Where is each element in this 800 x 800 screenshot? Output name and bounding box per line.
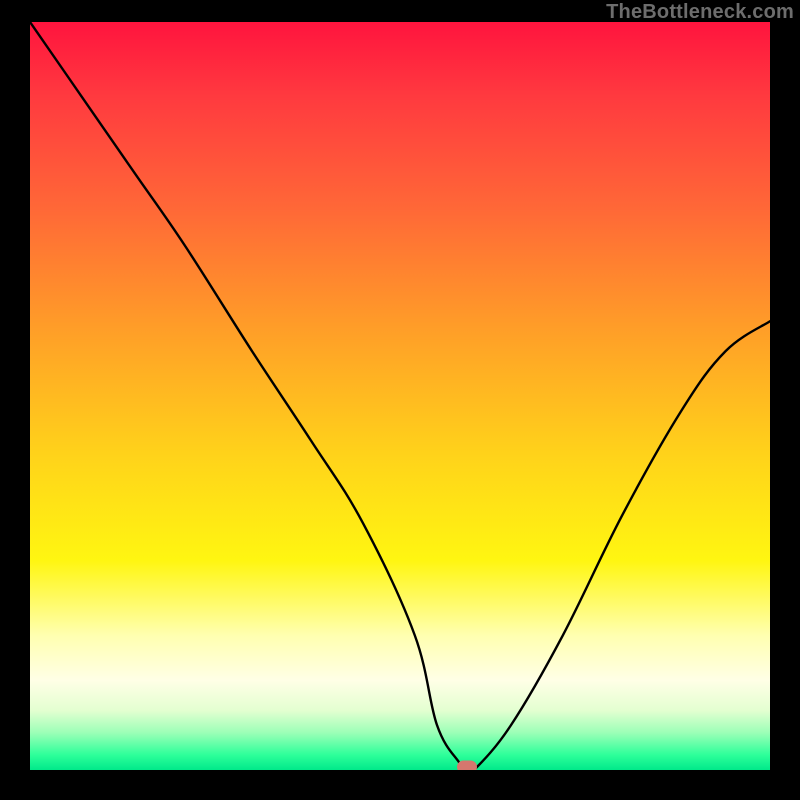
plot-area — [30, 22, 770, 770]
bottleneck-curve — [30, 22, 770, 770]
chart-frame: TheBottleneck.com — [0, 0, 800, 800]
minimum-marker — [457, 761, 477, 771]
attribution-label: TheBottleneck.com — [606, 1, 794, 24]
